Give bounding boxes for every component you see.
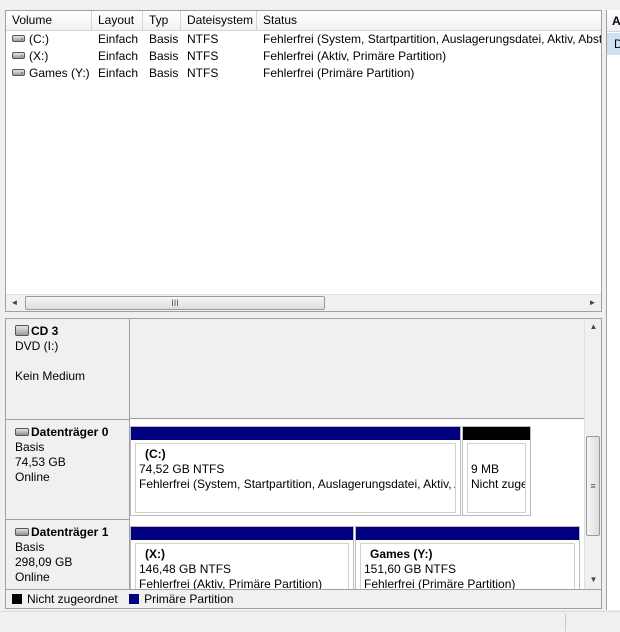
grip-icon: ≡ — [590, 481, 596, 491]
partition-status: Fehlerfrei (System, Startpartition, Ausl… — [139, 477, 455, 491]
cd-drive-icon — [15, 325, 29, 337]
disk-size: 298,09 GB — [15, 555, 73, 569]
hard-disk-icon — [15, 527, 29, 536]
status-bar — [0, 611, 620, 632]
volume-layout: Einfach — [98, 32, 139, 46]
volume-name: (X:) — [29, 49, 49, 63]
primary-partition-bar — [131, 527, 353, 540]
disk-title: CD 3 — [31, 324, 59, 338]
primary-partition-bar — [131, 427, 460, 440]
volume-name: (C:) — [29, 32, 49, 46]
partition-size: 74,52 GB NTFS — [139, 462, 225, 476]
table-row[interactable]: Games (Y:) Einfach Basis NTFS Fehlerfrei… — [6, 65, 601, 82]
disk-label-disk1[interactable]: Datenträger 1 Basis 298,09 GB Online — [6, 520, 130, 589]
volume-filesystem: NTFS — [187, 66, 219, 80]
partition-x[interactable]: (X:) 146,48 GB NTFS Fehlerfrei (Aktiv, P… — [130, 526, 354, 590]
disk-map[interactable]: CD 3 DVD (I:) Kein Medium Datenträger 0 … — [5, 318, 602, 590]
volume-list-header: Volume Layout Typ Dateisystem Status — [6, 11, 601, 31]
disk-state: Online — [15, 470, 50, 484]
partition-size: 146,48 GB NTFS — [139, 562, 232, 576]
column-header-typ[interactable]: Typ — [143, 11, 181, 31]
horizontal-scrollbar-thumb[interactable]: III — [25, 296, 325, 310]
partition-name: (C:) — [145, 447, 166, 461]
grip-icon: III — [171, 298, 179, 308]
status-bar-divider — [565, 614, 566, 631]
disk1-partitions: (X:) 146,48 GB NTFS Fehlerfrei (Aktiv, P… — [130, 520, 586, 590]
volume-type: Basis — [149, 49, 179, 63]
legend-swatch-unallocated — [12, 593, 22, 604]
scroll-left-icon[interactable]: ◄ — [6, 295, 23, 311]
partition-size: 9 MB — [471, 462, 500, 476]
partition-name: (X:) — [145, 547, 165, 561]
vertical-scrollbar[interactable]: ▲ ≡ ▼ — [584, 319, 601, 589]
disk-title: Datenträger 1 — [31, 525, 109, 539]
partition-unallocated[interactable]: 9 MB Nicht zugeordnet — [462, 426, 531, 516]
partition-status: Nicht zugeordnet — [471, 477, 525, 491]
disk-drive-letter: DVD (I:) — [15, 339, 59, 353]
column-header-volume[interactable]: Volume — [6, 11, 92, 31]
volume-layout: Einfach — [98, 66, 139, 80]
disk-media-state: Kein Medium — [15, 369, 86, 383]
scroll-down-icon[interactable]: ▼ — [585, 572, 601, 589]
partition-games-y[interactable]: Games (Y:) 151,60 GB NTFS Fehlerfrei (Pr… — [355, 526, 580, 590]
table-row[interactable]: (C:) Einfach Basis NTFS Fehlerfrei (Syst… — [6, 31, 601, 48]
column-header-status[interactable]: Status — [257, 11, 601, 31]
legend-label-unallocated: Nicht zugeordnet — [27, 592, 118, 606]
volume-status: Fehlerfrei (Primäre Partition) — [263, 66, 415, 80]
disk-size: 74,53 GB — [15, 455, 66, 469]
drive-icon — [12, 69, 25, 77]
partition-c[interactable]: (C:) 74,52 GB NTFS Fehlerfrei (System, S… — [130, 426, 461, 516]
scroll-up-icon[interactable]: ▲ — [585, 319, 601, 336]
partition-status: Fehlerfrei (Aktiv, Primäre Partition) — [139, 577, 323, 590]
actions-pane-header: A — [607, 10, 620, 32]
partition-name: Games (Y:) — [370, 547, 433, 561]
disk0-partitions: (C:) 74,52 GB NTFS Fehlerfrei (System, S… — [130, 420, 586, 520]
unallocated-bar — [463, 427, 530, 440]
disk-label-cd3[interactable]: CD 3 DVD (I:) Kein Medium — [6, 319, 130, 420]
drive-icon — [12, 35, 25, 43]
column-header-dateisystem[interactable]: Dateisystem — [181, 11, 257, 31]
partition-name — [471, 447, 525, 462]
volume-type: Basis — [149, 66, 179, 80]
table-row[interactable]: (X:) Einfach Basis NTFS Fehlerfrei (Akti… — [6, 48, 601, 65]
disk-title: Datenträger 0 — [31, 425, 109, 439]
disk-label-disk0[interactable]: Datenträger 0 Basis 74,53 GB Online — [6, 420, 130, 520]
partition-size: 151,60 GB NTFS — [364, 562, 457, 576]
volume-layout: Einfach — [98, 49, 139, 63]
volume-type: Basis — [149, 32, 179, 46]
volume-status: Fehlerfrei (Aktiv, Primäre Partition) — [263, 49, 447, 63]
drive-icon — [12, 52, 25, 60]
volume-name: Games (Y:) — [29, 66, 90, 80]
scroll-right-icon[interactable]: ► — [584, 295, 601, 311]
actions-pane[interactable]: A D — [606, 10, 620, 610]
volume-list[interactable]: Volume Layout Typ Dateisystem Status (C:… — [5, 10, 602, 312]
cd-volume-area[interactable] — [130, 319, 586, 419]
volume-filesystem: NTFS — [187, 49, 219, 63]
hard-disk-icon — [15, 427, 29, 436]
horizontal-scrollbar[interactable]: ◄ III ► — [6, 294, 601, 311]
primary-partition-bar — [356, 527, 579, 540]
vertical-scrollbar-thumb[interactable]: ≡ — [586, 436, 600, 536]
legend: Nicht zugeordnet Primäre Partition — [5, 590, 602, 609]
legend-label-primary: Primäre Partition — [144, 592, 234, 606]
disk-type: Basis — [15, 440, 45, 454]
actions-pane-item[interactable]: D — [607, 33, 620, 55]
partition-status: Fehlerfrei (Primäre Partition) — [364, 577, 516, 590]
volume-filesystem: NTFS — [187, 32, 219, 46]
disk-state: Online — [15, 570, 50, 584]
column-header-layout[interactable]: Layout — [92, 11, 143, 31]
disk-type: Basis — [15, 540, 45, 554]
legend-swatch-primary — [129, 593, 140, 604]
volume-status: Fehlerfrei (System, Startpartition, Ausl… — [263, 32, 602, 46]
